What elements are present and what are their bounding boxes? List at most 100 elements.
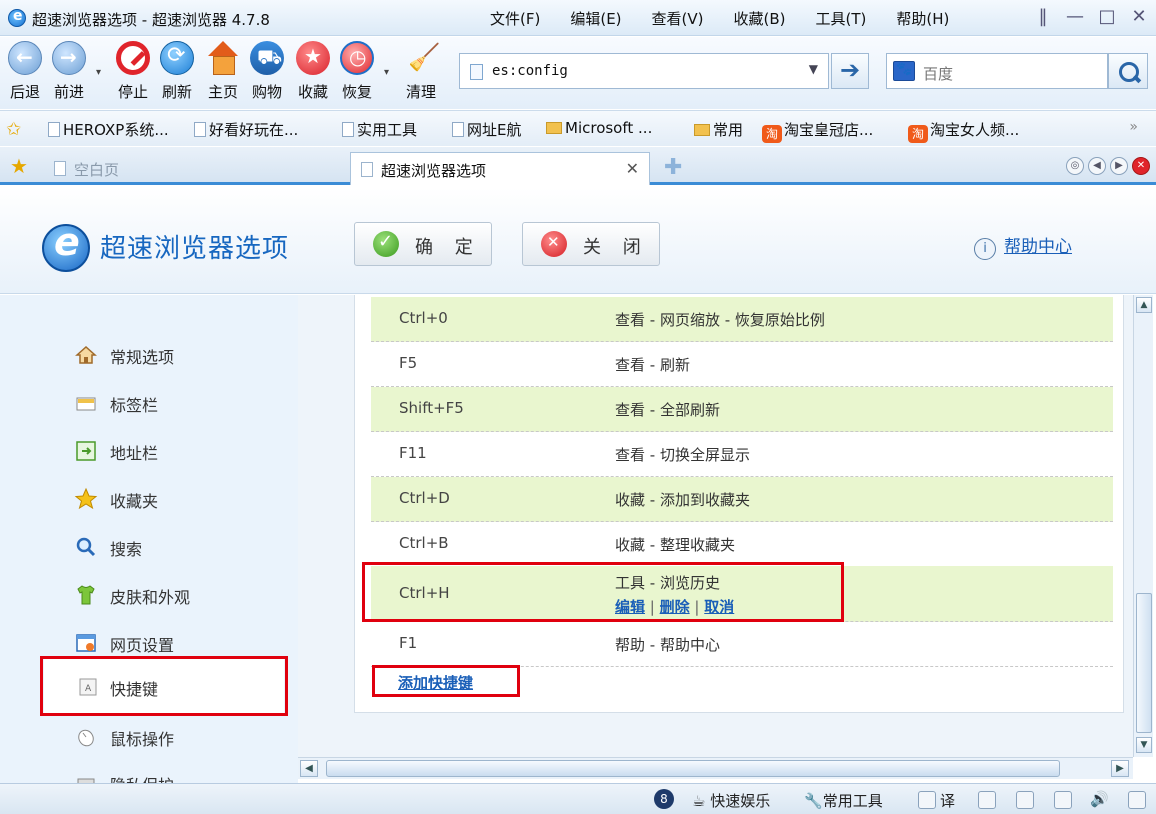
close-all-tabs-icon[interactable]: ✕ <box>1132 157 1150 175</box>
taobao-icon: 淘 <box>762 125 782 143</box>
shortcut-row[interactable]: F5 查看 - 刷新 <box>371 342 1113 387</box>
bookmark-item[interactable]: 实用工具 <box>342 119 417 140</box>
browser-logo-icon <box>42 220 90 272</box>
shortcut-row[interactable]: F11 查看 - 切换全屏显示 <box>371 432 1113 477</box>
scroll-down-icon[interactable]: ▼ <box>1136 737 1152 753</box>
search-placeholder[interactable]: 百度 <box>923 63 953 84</box>
common-tools-button[interactable]: 🔧常用工具 <box>804 790 883 811</box>
entertainment-button[interactable]: ☕ 快速娱乐 <box>692 790 770 811</box>
tab-list-icon[interactable]: ◎ <box>1066 157 1084 175</box>
tab-options[interactable]: 超速浏览器选项 ✕ <box>350 152 650 185</box>
shield-icon[interactable]: 8 <box>654 789 674 809</box>
tab-blank[interactable]: 空白页 <box>44 152 344 185</box>
bookmark-item[interactable]: 淘淘宝皇冠店... <box>762 119 873 143</box>
pause-icon[interactable]: ‖ <box>1034 6 1052 27</box>
bookmark-item[interactable]: HEROXP系统... <box>48 119 169 140</box>
scroll-right-icon[interactable]: ▶ <box>1111 760 1129 777</box>
menu-edit[interactable]: 编辑(E) <box>570 8 621 29</box>
horizontal-scrollbar[interactable]: ◀ ▶ <box>298 757 1133 779</box>
bookmark-folder[interactable]: Microsoft ... <box>546 119 652 137</box>
close-tab-icon[interactable]: ✕ <box>626 159 639 178</box>
close-window-button[interactable]: ✕ <box>1130 6 1148 27</box>
address-bar[interactable]: es:config ▼ <box>459 53 829 89</box>
window-icon[interactable] <box>978 791 996 809</box>
download-icon[interactable] <box>1054 791 1072 809</box>
tab-prev-icon[interactable]: ◀ <box>1088 157 1106 175</box>
shopping-button[interactable]: 购物 <box>246 41 288 102</box>
stop-icon <box>116 41 150 75</box>
baidu-paw-icon[interactable] <box>893 61 915 81</box>
add-favorite-star-icon[interactable]: ✩ <box>6 119 21 140</box>
stop-label: 停止 <box>117 83 148 101</box>
bookmark-item[interactable]: 好看好玩在... <box>194 119 298 140</box>
menu-tools[interactable]: 工具(T) <box>816 8 867 29</box>
shortcut-row[interactable]: F1 帮助 - 帮助中心 <box>371 622 1113 667</box>
page-icon <box>48 122 60 137</box>
scroll-left-icon[interactable]: ◀ <box>300 760 318 777</box>
restore-dropdown-icon[interactable]: ▾ <box>384 67 389 78</box>
menu-view[interactable]: 查看(V) <box>652 8 704 29</box>
bookmarks-more-chevron-icon[interactable]: » <box>1129 119 1138 135</box>
page-icon <box>361 162 373 177</box>
favorites-star-icon[interactable]: ★ <box>10 154 28 178</box>
search-box[interactable]: 百度 <box>886 53 1108 89</box>
back-button[interactable]: 后退 <box>4 41 46 102</box>
forward-dropdown-icon[interactable]: ▾ <box>96 67 101 78</box>
upload-icon[interactable] <box>1128 791 1146 809</box>
refresh-label: 刷新 <box>161 83 192 101</box>
window-title: 超速浏览器选项 - 超速浏览器 4.7.8 <box>32 11 270 29</box>
menu-help[interactable]: 帮助(H) <box>896 8 949 29</box>
clean-button[interactable]: 清理 <box>400 41 442 102</box>
home-button[interactable]: 主页 <box>202 41 244 102</box>
sidebar-item-label: 皮肤和外观 <box>110 588 191 607</box>
vertical-scrollbar[interactable]: ▲ ▼ <box>1133 295 1153 757</box>
broom-icon <box>404 41 440 75</box>
favorites-button[interactable]: 收藏 <box>292 41 334 102</box>
sidebar-item-label: 搜索 <box>110 540 143 559</box>
screenshot-icon[interactable] <box>1016 791 1034 809</box>
bookmark-folder[interactable]: 常用 <box>694 119 743 140</box>
forward-button[interactable]: 前进 <box>48 41 90 102</box>
refresh-button[interactable]: 刷新 <box>156 41 198 102</box>
shortcut-action: 收藏 - 添加到收藏夹 <box>615 491 750 509</box>
search-button[interactable] <box>1108 53 1148 89</box>
forward-label: 前进 <box>53 83 84 101</box>
close-button[interactable]: 关 闭 <box>522 222 660 266</box>
minimize-button[interactable]: — <box>1066 6 1084 27</box>
refresh-icon <box>160 41 194 75</box>
help-center-link[interactable]: i 帮助中心 <box>974 232 1072 260</box>
shortcut-row[interactable]: Ctrl+0 查看 - 网页缩放 - 恢复原始比例 <box>371 297 1113 342</box>
translate-button[interactable]: 译 <box>918 790 955 811</box>
translate-label: 译 <box>940 792 956 810</box>
scroll-thumb[interactable] <box>1136 593 1152 733</box>
new-tab-plus-icon[interactable]: ✚ <box>664 155 682 180</box>
volume-icon[interactable]: 🔊 <box>1090 790 1109 808</box>
bookmark-label: HEROXP系统... <box>63 121 169 139</box>
stop-button[interactable]: 停止 <box>112 41 154 102</box>
maximize-button[interactable]: □ <box>1098 6 1116 27</box>
address-value[interactable]: es:config <box>492 63 568 79</box>
bookmark-item[interactable]: 淘淘宝女人频... <box>908 119 1019 143</box>
shortcut-row[interactable]: Ctrl+D 收藏 - 添加到收藏夹 <box>371 477 1113 522</box>
menu-favorites[interactable]: 收藏(B) <box>734 8 786 29</box>
tab-next-icon[interactable]: ▶ <box>1110 157 1128 175</box>
address-dropdown-icon[interactable]: ▼ <box>809 62 818 76</box>
shortcut-action: 收藏 - 整理收藏夹 <box>615 536 735 554</box>
shortcut-row[interactable]: Ctrl+B 收藏 - 整理收藏夹 <box>371 522 1113 567</box>
ok-button[interactable]: 确 定 <box>354 222 492 266</box>
ok-label: 确 定 <box>415 237 481 258</box>
favorites-label: 收藏 <box>297 83 328 101</box>
scroll-up-icon[interactable]: ▲ <box>1136 297 1152 313</box>
menu-file[interactable]: 文件(F) <box>490 8 540 29</box>
bookmark-label: 常用 <box>713 121 744 139</box>
go-button[interactable]: ➔ <box>831 53 869 89</box>
back-arrow-icon <box>8 41 42 75</box>
scroll-thumb[interactable] <box>326 760 1060 777</box>
shortcut-row[interactable]: Shift+F5 查看 - 全部刷新 <box>371 387 1113 432</box>
bookmark-item[interactable]: 网址E航 <box>452 119 521 140</box>
restore-button[interactable]: 恢复 <box>336 41 378 102</box>
shortcut-action: 查看 - 网页缩放 - 恢复原始比例 <box>615 311 825 329</box>
shortcut-key: Ctrl+B <box>399 534 449 552</box>
home-icon <box>75 345 97 364</box>
page-icon <box>452 122 464 137</box>
